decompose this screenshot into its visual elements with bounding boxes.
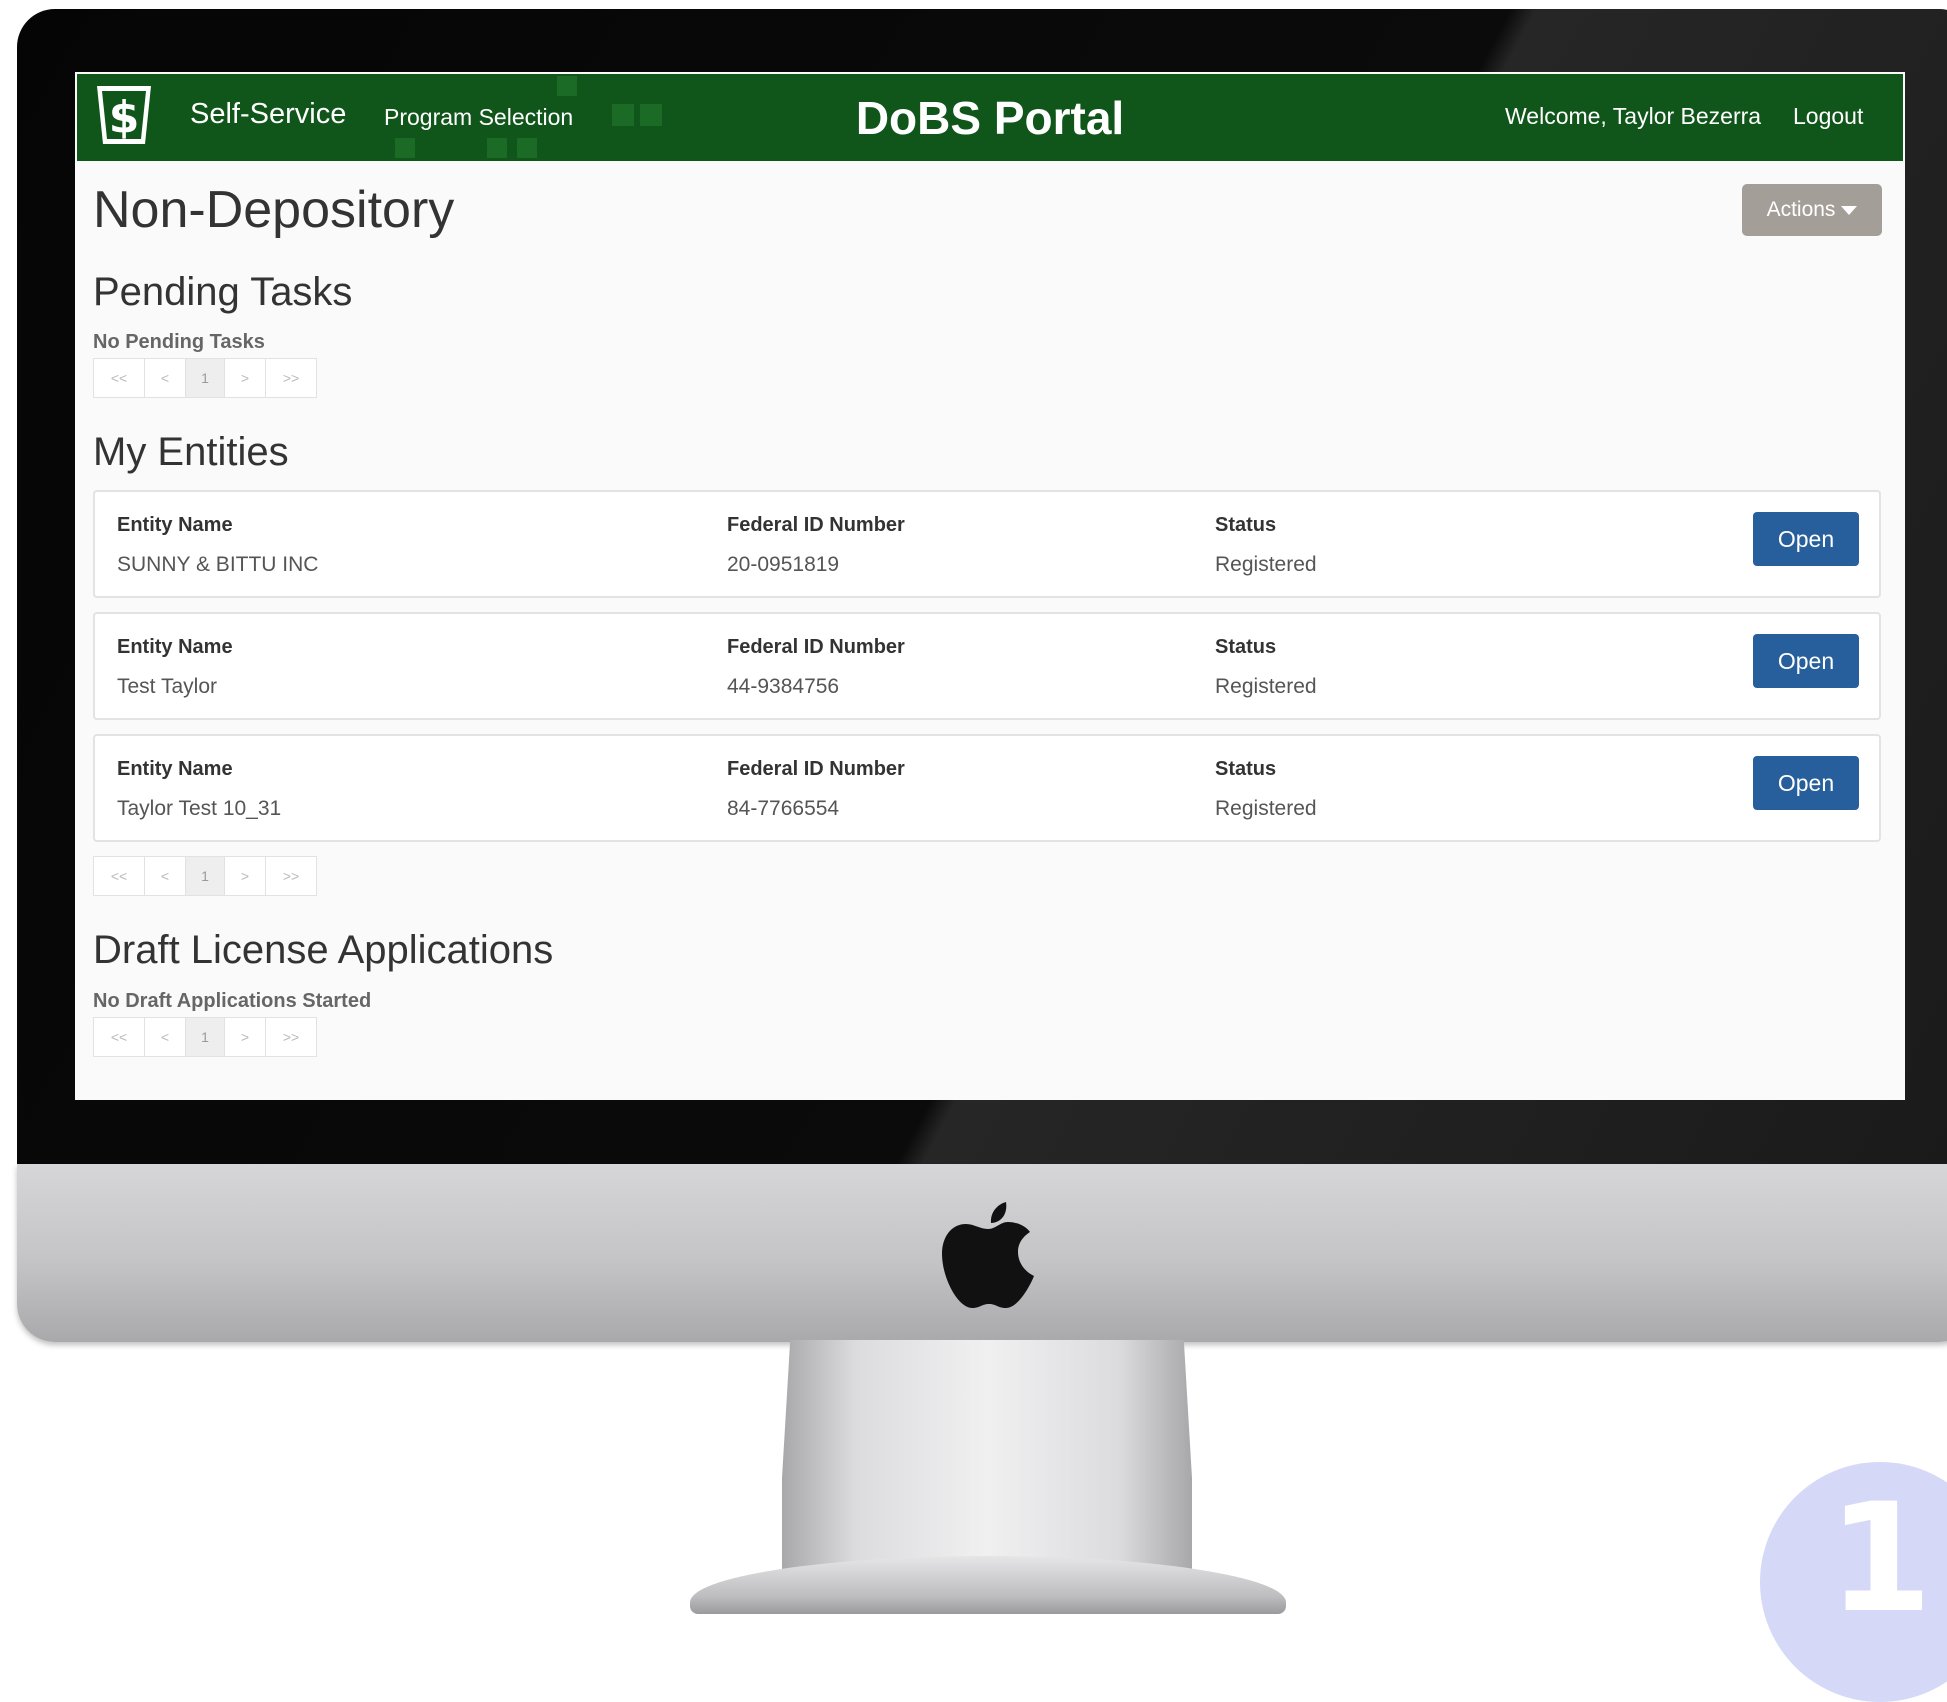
monitor-stand bbox=[782, 1340, 1192, 1570]
navbar-decoration bbox=[612, 104, 634, 126]
open-entity-button[interactable]: Open bbox=[1753, 634, 1859, 688]
pending-tasks-heading: Pending Tasks bbox=[93, 270, 353, 314]
entity-name-label: Entity Name bbox=[117, 758, 233, 780]
pagination-next-button[interactable]: > bbox=[225, 359, 266, 397]
federal-id-value: 20-0951819 bbox=[727, 553, 840, 576]
navbar-decoration bbox=[517, 138, 537, 158]
entity-name-value: SUNNY & BITTU INC bbox=[117, 553, 319, 576]
federal-id-label: Federal ID Number bbox=[727, 514, 905, 536]
draft-applications-empty-message: No Draft Applications Started bbox=[93, 990, 372, 1012]
entity-card: Entity Name SUNNY & BITTU INC Federal ID… bbox=[93, 490, 1881, 598]
navbar-decoration bbox=[395, 138, 415, 158]
draft-applications-pagination: << < 1 > >> bbox=[93, 1017, 317, 1057]
pagination-first-button[interactable]: << bbox=[94, 1018, 145, 1056]
navbar-decoration bbox=[640, 104, 662, 126]
actions-dropdown-button[interactable]: Actions bbox=[1742, 184, 1882, 236]
keystone-dollar-icon[interactable]: $ bbox=[93, 82, 155, 148]
welcome-text: Welcome, Taylor Bezerra bbox=[1505, 103, 1762, 129]
step-number: 1 bbox=[1828, 1472, 1933, 1646]
logout-link[interactable]: Logout bbox=[1793, 103, 1863, 130]
monitor-stand-base bbox=[690, 1556, 1286, 1614]
federal-id-value: 44-9384756 bbox=[727, 675, 840, 698]
pagination-first-button[interactable]: << bbox=[94, 359, 145, 397]
navbar-decoration bbox=[487, 138, 507, 158]
status-label: Status bbox=[1215, 758, 1277, 780]
federal-id-label: Federal ID Number bbox=[727, 758, 905, 780]
federal-id-value: 84-7766554 bbox=[727, 797, 840, 820]
step-badge: 1 bbox=[1760, 1462, 1947, 1702]
status-value: Registered bbox=[1215, 797, 1317, 820]
status-value: Registered bbox=[1215, 553, 1317, 576]
my-entities-heading: My Entities bbox=[93, 430, 289, 474]
actions-label: Actions bbox=[1766, 198, 1836, 221]
pagination-page-button[interactable]: 1 bbox=[186, 857, 225, 895]
status-label: Status bbox=[1215, 636, 1277, 658]
pagination-next-button[interactable]: > bbox=[225, 1018, 266, 1056]
caret-down-icon bbox=[1841, 205, 1858, 215]
pagination-prev-button[interactable]: < bbox=[145, 1018, 186, 1056]
pagination-page-button[interactable]: 1 bbox=[186, 359, 225, 397]
entity-name-value: Taylor Test 10_31 bbox=[117, 797, 282, 820]
entity-name-label: Entity Name bbox=[117, 514, 233, 536]
draft-applications-heading: Draft License Applications bbox=[93, 928, 554, 972]
screen: $ Self-Service Program Selection DoBS Po… bbox=[75, 72, 1905, 1100]
status-value: Registered bbox=[1215, 675, 1317, 698]
status-label: Status bbox=[1215, 514, 1277, 536]
pagination-last-button[interactable]: >> bbox=[266, 857, 316, 895]
pagination-prev-button[interactable]: < bbox=[145, 359, 186, 397]
my-entities-pagination: << < 1 > >> bbox=[93, 856, 317, 896]
nav-self-service-link[interactable]: Self-Service bbox=[190, 98, 346, 131]
apple-logo-icon bbox=[942, 1202, 1034, 1308]
pagination-last-button[interactable]: >> bbox=[266, 359, 316, 397]
pagination-prev-button[interactable]: < bbox=[145, 857, 186, 895]
pagination-page-button[interactable]: 1 bbox=[186, 1018, 225, 1056]
nav-program-selection-link[interactable]: Program Selection bbox=[384, 104, 573, 131]
page-title: Non-Depository bbox=[93, 181, 455, 239]
entity-name-value: Test Taylor bbox=[117, 675, 217, 698]
pending-tasks-pagination: << < 1 > >> bbox=[93, 358, 317, 398]
top-navbar: $ Self-Service Program Selection DoBS Po… bbox=[77, 74, 1903, 161]
open-entity-button[interactable]: Open bbox=[1753, 512, 1859, 566]
open-entity-button[interactable]: Open bbox=[1753, 756, 1859, 810]
pending-tasks-empty-message: No Pending Tasks bbox=[93, 331, 265, 353]
svg-text:$: $ bbox=[109, 92, 140, 143]
entity-card: Entity Name Taylor Test 10_31 Federal ID… bbox=[93, 734, 1881, 842]
pagination-last-button[interactable]: >> bbox=[266, 1018, 316, 1056]
federal-id-label: Federal ID Number bbox=[727, 636, 905, 658]
pagination-next-button[interactable]: > bbox=[225, 857, 266, 895]
entity-name-label: Entity Name bbox=[117, 636, 233, 658]
entity-card: Entity Name Test Taylor Federal ID Numbe… bbox=[93, 612, 1881, 720]
navbar-decoration bbox=[557, 76, 577, 96]
pagination-first-button[interactable]: << bbox=[94, 857, 145, 895]
